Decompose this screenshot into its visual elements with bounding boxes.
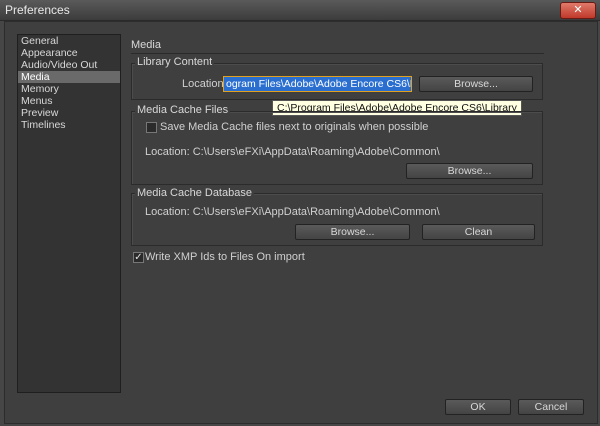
cache-db-browse-button[interactable]: Browse...	[295, 224, 410, 240]
library-content-title: Library Content	[135, 56, 215, 68]
window-title: Preferences	[5, 3, 70, 17]
library-browse-button[interactable]: Browse...	[419, 76, 533, 92]
sidebar-item-menus[interactable]: Menus	[18, 95, 120, 107]
cache-files-location: Location: C:\Users\eFXi\AppData\Roaming\…	[145, 146, 440, 158]
ok-button[interactable]: OK	[445, 399, 511, 415]
sidebar-item-media[interactable]: Media	[18, 71, 120, 83]
sidebar-item-memory[interactable]: Memory	[18, 83, 120, 95]
library-location-label: Location:	[182, 78, 227, 90]
sidebar-item-preview[interactable]: Preview	[18, 107, 120, 119]
close-button[interactable]: ✕	[560, 2, 596, 19]
cancel-button[interactable]: Cancel	[518, 399, 584, 415]
preferences-sidebar: General Appearance Audio/Video Out Media…	[17, 34, 121, 393]
section-divider	[131, 53, 544, 54]
save-cache-next-to-originals-checkbox[interactable]	[146, 122, 157, 133]
sidebar-item-general[interactable]: General	[18, 35, 120, 47]
write-xmp-ids-checkbox[interactable]: ✓	[133, 252, 144, 263]
write-xmp-ids-label: Write XMP Ids to Files On import	[145, 251, 305, 263]
library-path-input[interactable]: ogram Files\Adobe\Adobe Encore CS6\Libra…	[223, 76, 412, 92]
media-cache-files-title: Media Cache Files	[135, 104, 231, 116]
sidebar-item-timelines[interactable]: Timelines	[18, 119, 120, 131]
section-title: Media	[131, 39, 161, 51]
sidebar-item-audio-video-out[interactable]: Audio/Video Out	[18, 59, 120, 71]
sidebar-item-appearance[interactable]: Appearance	[18, 47, 120, 59]
cache-db-clean-button[interactable]: Clean	[422, 224, 535, 240]
cache-files-browse-button[interactable]: Browse...	[406, 163, 533, 179]
save-cache-next-to-originals-label: Save Media Cache files next to originals…	[160, 121, 429, 133]
media-cache-database-title: Media Cache Database	[135, 187, 254, 199]
cache-db-location: Location: C:\Users\eFXi\AppData\Roaming\…	[145, 206, 440, 218]
title-bar: Preferences ✕	[0, 0, 600, 21]
